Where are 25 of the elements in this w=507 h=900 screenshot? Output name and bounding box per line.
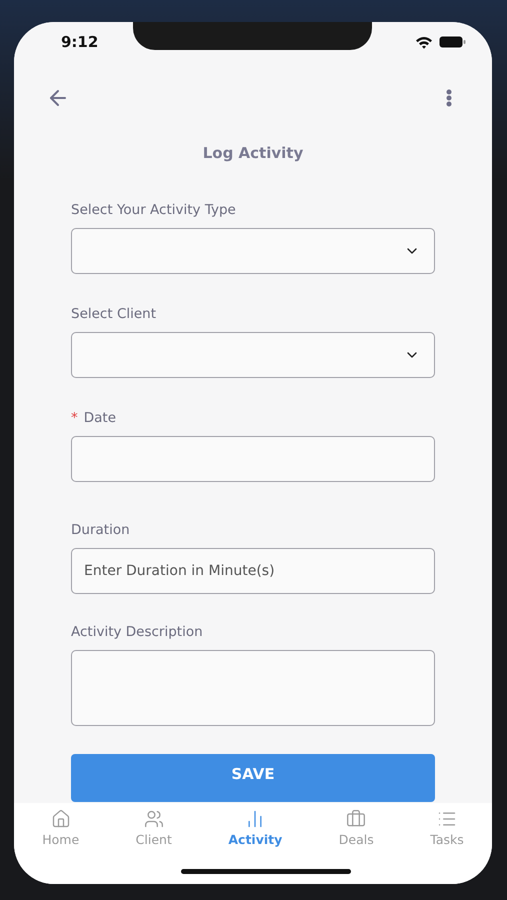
tab-bar-item[interactable]: Client xyxy=(130,809,178,847)
tab-bar-item[interactable]: Activity xyxy=(222,809,288,847)
description-field[interactable] xyxy=(71,650,435,726)
date-field[interactable] xyxy=(71,436,435,482)
tab-bar-item[interactable]: Tasks xyxy=(424,809,470,847)
field-label: Select Client xyxy=(71,306,158,322)
dropdown-field[interactable] xyxy=(71,228,435,274)
field-label: * Date xyxy=(71,410,118,426)
field-label: Duration xyxy=(71,522,131,538)
dropdown-field[interactable] xyxy=(71,332,435,378)
field-label: Activity Description xyxy=(71,624,204,640)
status-time: 9:12 xyxy=(61,33,98,51)
briefcase-icon xyxy=(346,809,366,829)
tab-bar-item[interactable]: Home xyxy=(36,809,86,847)
field-label: Select Your Activity Type xyxy=(71,202,237,218)
people-icon xyxy=(144,809,164,829)
tab-bar-item[interactable]: Deals xyxy=(332,809,380,847)
more-menu-button[interactable] xyxy=(446,89,452,107)
duration-field[interactable]: Enter Duration in Minute(s) xyxy=(71,548,435,594)
save-button[interactable]: SAVE xyxy=(71,754,435,802)
battery-icon xyxy=(439,36,466,48)
home-icon xyxy=(50,809,71,829)
more-icon xyxy=(446,89,452,107)
page-title: Log Activity xyxy=(202,144,304,162)
wifi-icon xyxy=(415,36,433,48)
